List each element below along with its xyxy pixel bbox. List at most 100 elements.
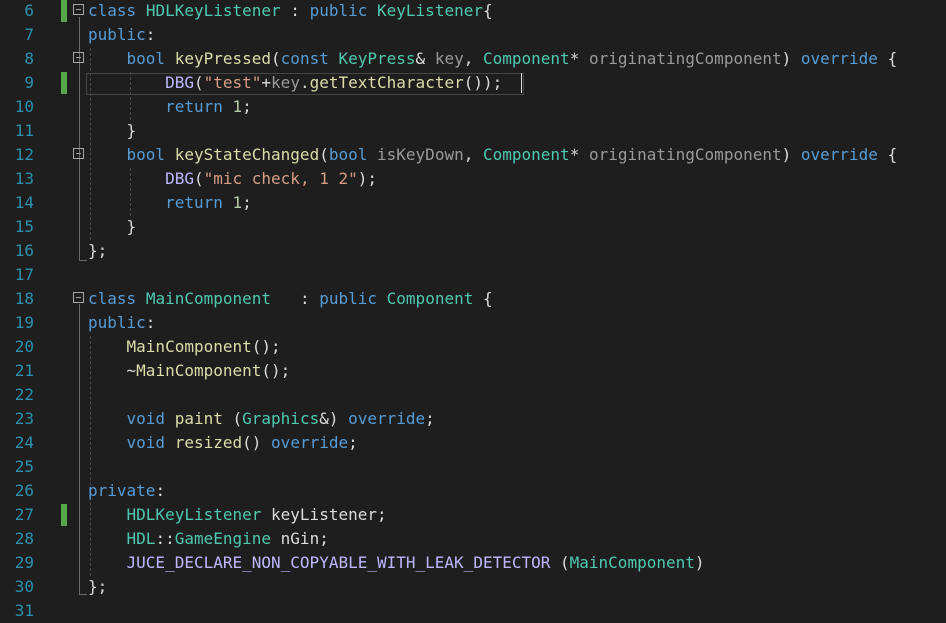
code-line[interactable]: 25 — [0, 455, 946, 479]
code-line[interactable]: 11 } — [0, 119, 946, 143]
line-number: 7 — [24, 25, 34, 44]
code-line[interactable]: 14 return 1; — [0, 191, 946, 215]
code-token: class — [88, 289, 137, 308]
code-token: Component — [482, 49, 570, 68]
code-token: 1 — [232, 193, 243, 212]
code-token: ); — [357, 169, 377, 188]
line-number: 26 — [14, 481, 34, 500]
code-token: MainComponent — [126, 337, 252, 356]
code-token: . — [299, 73, 310, 92]
code-token: DBG — [165, 169, 194, 188]
line-number: 8 — [24, 49, 34, 68]
code-text: private: — [88, 479, 165, 503]
code-token: keyStateChanged — [174, 145, 320, 164]
code-token: { — [877, 145, 898, 164]
code-token: const — [280, 49, 329, 68]
code-token: class — [88, 1, 137, 20]
code-line[interactable]: 30}; — [0, 575, 946, 599]
code-line[interactable]: 15 } — [0, 215, 946, 239]
line-number: 29 — [14, 553, 34, 572]
code-token: HDLKeyListener — [145, 1, 281, 20]
code-token: ) — [781, 49, 801, 68]
code-token: () — [242, 433, 272, 452]
code-line[interactable]: 17 — [0, 263, 946, 287]
code-token: KeyPress — [338, 49, 416, 68]
code-line[interactable]: 20 MainComponent(); — [0, 335, 946, 359]
code-text: return 1; — [88, 95, 252, 119]
code-line[interactable]: 9 DBG("test"+key.getTextCharacter()); — [0, 71, 946, 95]
code-token: public — [88, 25, 146, 44]
code-line[interactable]: 22 — [0, 383, 946, 407]
line-number: 20 — [14, 337, 34, 356]
code-token: paint — [174, 409, 223, 428]
code-line[interactable]: 31 — [0, 599, 946, 623]
code-token: ; — [348, 433, 358, 452]
code-token: ; — [242, 193, 252, 212]
code-token: + — [261, 73, 272, 92]
code-line[interactable]: 21 ~MainComponent(); — [0, 359, 946, 383]
collapse-icon[interactable] — [73, 4, 84, 15]
line-number: 31 — [14, 601, 34, 620]
code-line[interactable]: 7 public: — [0, 23, 946, 47]
collapse-icon[interactable] — [73, 148, 84, 159]
code-line[interactable]: 12 bool keyStateChanged(bool isKeyDown, … — [0, 143, 946, 167]
code-line[interactable]: 8 bool keyPressed(const KeyPress& key, C… — [0, 47, 946, 71]
code-token: ( — [271, 49, 281, 68]
code-token: bool — [328, 145, 368, 164]
collapse-icon[interactable] — [73, 52, 84, 63]
code-token: resized — [174, 433, 243, 452]
code-token: ; — [242, 97, 252, 116]
code-token: nGin; — [271, 529, 329, 548]
code-token: ( — [193, 169, 204, 188]
code-line[interactable]: 19 public: — [0, 311, 946, 335]
code-token: } — [88, 121, 137, 140]
code-token: JUCE_DECLARE_NON_COPYABLE_WITH_LEAK_DETE… — [126, 553, 551, 572]
code-line[interactable]: 18 class MainComponent : public Component… — [0, 287, 946, 311]
line-number: 19 — [14, 313, 34, 332]
code-token: (); — [251, 337, 281, 356]
code-line[interactable]: 28 HDL::GameEngine nGin; — [0, 527, 946, 551]
code-line[interactable]: 6 class HDLKeyListener : public KeyListen… — [0, 0, 946, 23]
code-token: private — [88, 481, 156, 500]
code-line[interactable]: 26 private: — [0, 479, 946, 503]
code-line[interactable]: 29 JUCE_DECLARE_NON_COPYABLE_WITH_LEAK_D… — [0, 551, 946, 575]
collapse-icon[interactable] — [73, 292, 84, 303]
code-text: MainComponent(); — [88, 335, 281, 359]
code-token: }; — [88, 577, 108, 596]
line-number: 10 — [14, 97, 34, 116]
code-token: public — [88, 313, 146, 332]
code-token: ; — [425, 409, 435, 428]
code-token: MainComponent — [145, 289, 272, 308]
code-token: & — [415, 49, 435, 68]
code-token: : — [271, 289, 320, 308]
code-line[interactable]: 13 DBG("mic check, 1 2"); — [0, 167, 946, 191]
code-token: : — [280, 1, 310, 20]
code-line[interactable]: 16}; — [0, 239, 946, 263]
code-line[interactable]: 24 void resized() override; — [0, 431, 946, 455]
code-line[interactable]: 23 void paint (Graphics&) override; — [0, 407, 946, 431]
code-text: class HDLKeyListener : public KeyListene… — [88, 0, 493, 23]
code-token: ( — [319, 145, 329, 164]
code-token: Component — [386, 289, 474, 308]
code-token: ( — [550, 553, 570, 572]
code-text: public: — [88, 23, 155, 47]
code-line[interactable]: 10 return 1; — [0, 95, 946, 119]
code-editor[interactable]: 6 class HDLKeyListener : public KeyListen… — [0, 0, 946, 620]
line-number: 25 — [14, 457, 34, 476]
code-token: :: — [155, 529, 175, 548]
code-token: "test" — [203, 73, 262, 92]
code-line[interactable]: 27 HDLKeyListener keyListener; — [0, 503, 946, 527]
code-text: public: — [88, 311, 155, 335]
code-token: return — [165, 193, 223, 212]
code-token: MainComponent — [569, 553, 695, 572]
code-token: void — [126, 433, 166, 452]
code-token: Component — [482, 145, 570, 164]
